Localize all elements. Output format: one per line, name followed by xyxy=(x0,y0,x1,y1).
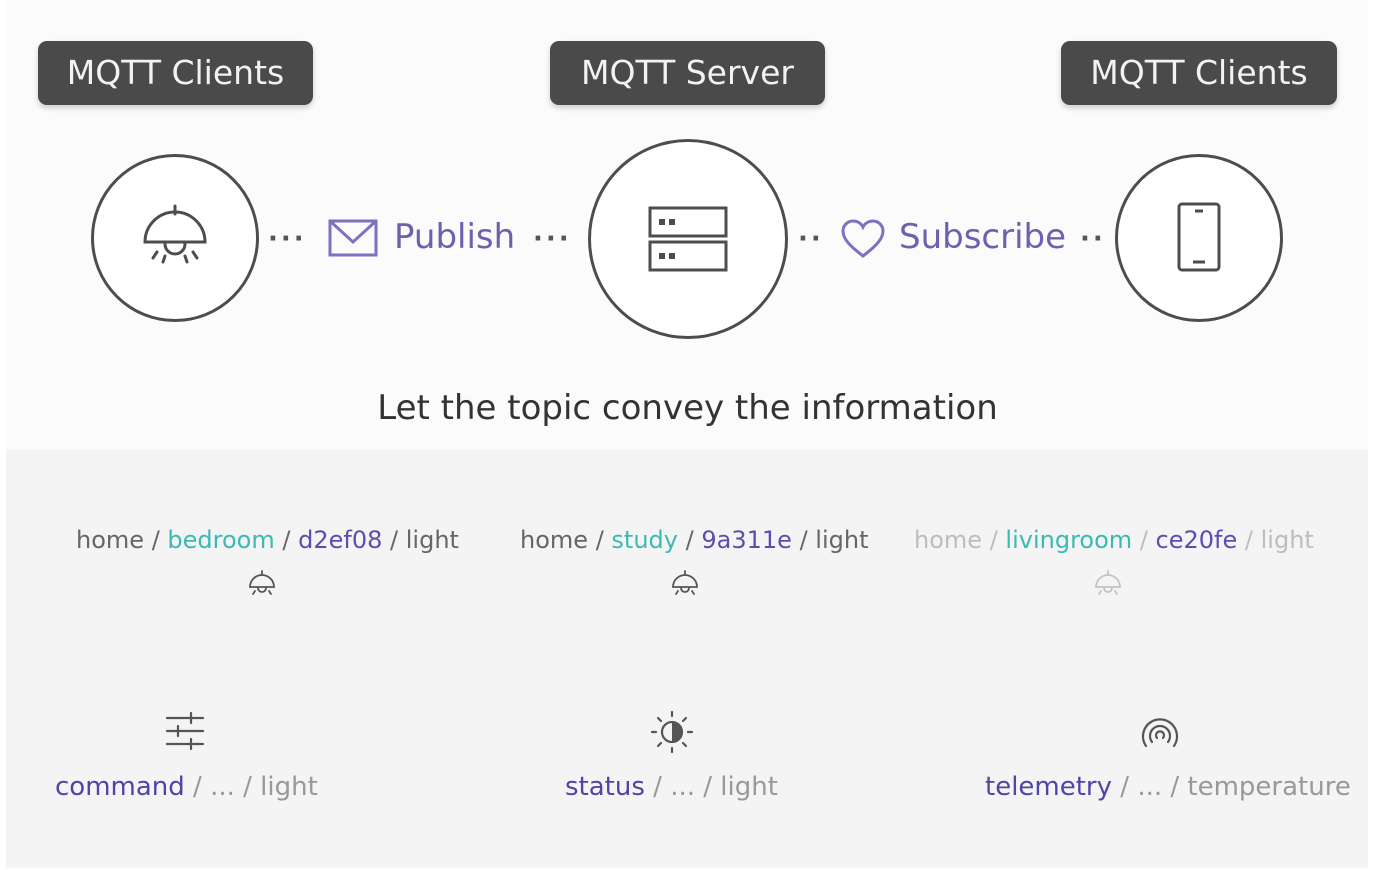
family-leaf: light xyxy=(720,772,778,802)
flow-dots-2: ··· xyxy=(533,224,572,254)
topic-separator: / xyxy=(1120,772,1130,802)
topic-bedroom: home / bedroom / d2ef08 / light xyxy=(76,526,459,554)
topic-separator: / xyxy=(595,526,604,554)
topic-separator: / xyxy=(151,526,160,554)
topic-device: light xyxy=(815,526,869,554)
topic-device-id: 9a311e xyxy=(701,526,792,554)
signal-icon xyxy=(1138,710,1182,758)
sliders-icon xyxy=(164,710,206,756)
topic-separator: / xyxy=(1139,526,1148,554)
server-label: MQTT Server xyxy=(550,41,825,105)
family-keyword: command xyxy=(55,772,185,802)
topic-livingroom: home / livingroom / ce20fe / light xyxy=(914,526,1314,554)
topic-separator: / xyxy=(653,772,662,802)
topic-root: home xyxy=(520,526,589,554)
family-status: status / ... / light xyxy=(565,772,778,802)
topic-study: home / study / 9a311e / light xyxy=(520,526,869,554)
lamp-icon xyxy=(669,568,701,604)
right-client-node xyxy=(1115,154,1283,322)
topic-device-id: ce20fe xyxy=(1155,526,1238,554)
envelope-icon xyxy=(328,218,378,262)
topic-separator: / xyxy=(703,772,713,802)
topic-device: light xyxy=(1260,526,1314,554)
caption: Let the topic convey the information xyxy=(377,388,998,428)
flow-dots-1: ··· xyxy=(268,224,307,254)
subscribe-label: Subscribe xyxy=(899,217,1067,257)
topic-device-id: d2ef08 xyxy=(298,526,383,554)
ceiling-lamp-icon xyxy=(143,204,207,264)
lamp-icon xyxy=(1092,568,1124,604)
topic-room: study xyxy=(611,526,678,554)
family-telemetry: telemetry / ... / temperature xyxy=(985,772,1351,802)
family-keyword: telemetry xyxy=(985,772,1113,802)
topic-separator: / xyxy=(685,526,694,554)
topic-separator: / xyxy=(282,526,291,554)
family-command: command / ... / light xyxy=(55,772,318,802)
left-client-node xyxy=(91,154,259,322)
topic-room: bedroom xyxy=(167,526,275,554)
family-leaf: light xyxy=(260,772,318,802)
topic-separator: / xyxy=(1170,772,1180,802)
topic-separator: / xyxy=(193,772,202,802)
flow-dots-3: ·· xyxy=(798,224,824,254)
family-keyword: status xyxy=(565,772,645,802)
brightness-icon xyxy=(650,710,694,758)
right-clients-label: MQTT Clients xyxy=(1061,41,1337,105)
server-node xyxy=(588,139,788,339)
topic-separator: / xyxy=(243,772,252,802)
flow-dots-4: ·· xyxy=(1080,224,1106,254)
left-clients-label: MQTT Clients xyxy=(38,41,313,105)
topic-device: light xyxy=(405,526,459,554)
topic-separator: / xyxy=(390,526,399,554)
family-leaf: temperature xyxy=(1187,772,1351,802)
topic-root: home xyxy=(914,526,983,554)
topic-separator: / xyxy=(989,526,998,554)
family-ellipsis: ... xyxy=(1137,772,1163,802)
server-icon xyxy=(648,206,728,272)
topic-root: home xyxy=(76,526,145,554)
family-ellipsis: ... xyxy=(670,772,695,802)
smartphone-icon xyxy=(1177,202,1221,272)
family-ellipsis: ... xyxy=(210,772,235,802)
publish-label: Publish xyxy=(394,217,516,257)
topic-room: livingroom xyxy=(1005,526,1133,554)
lamp-icon xyxy=(246,568,278,604)
heart-icon xyxy=(840,219,886,263)
topic-separator: / xyxy=(799,526,808,554)
topic-separator: / xyxy=(1244,526,1253,554)
topic-panel xyxy=(6,450,1368,868)
